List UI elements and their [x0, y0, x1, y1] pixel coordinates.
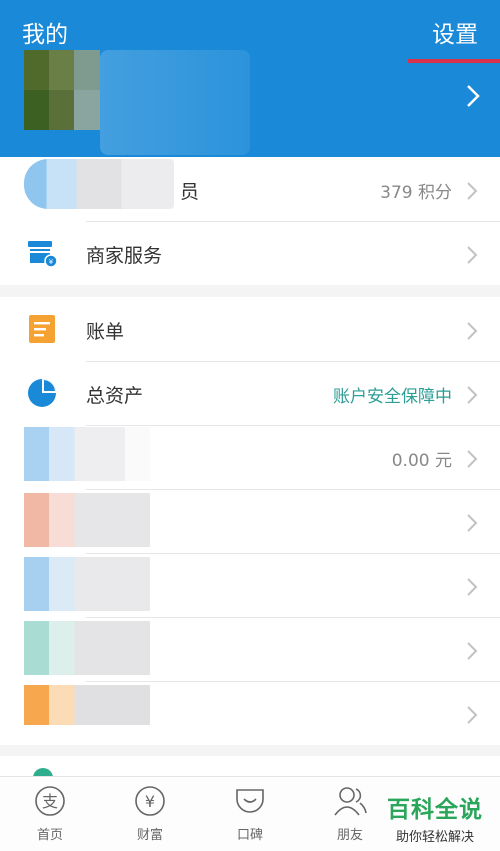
tab-koubei[interactable]: 口碑 [210, 785, 290, 843]
chevron-right-icon [466, 577, 478, 601]
friends-icon [334, 787, 367, 816]
member-row[interactable]: 员 379 积分 [0, 157, 500, 221]
chevron-right-icon [466, 245, 478, 269]
svg-text:¥: ¥ [49, 258, 54, 266]
member-icon-blurred [24, 159, 174, 209]
watermark-subtitle: 助你轻松解决 [395, 830, 474, 845]
svg-text:支: 支 [42, 792, 58, 811]
tab-home[interactable]: 支 首页 [10, 785, 90, 843]
store-icon: ¥ [26, 237, 58, 269]
chevron-right-icon [466, 321, 478, 345]
tab-home-label: 首页 [36, 828, 63, 843]
member-label: 员 [180, 181, 200, 203]
avatar[interactable] [24, 50, 100, 130]
svg-text:¥: ¥ [145, 792, 155, 811]
profile-info-blurred [100, 50, 250, 155]
yen-icon: ¥ [135, 786, 165, 816]
settings-button[interactable]: 设置 [432, 15, 478, 49]
bill-icon [26, 313, 58, 345]
blurred-row[interactable] [0, 489, 500, 553]
balance-row[interactable]: 0.00 元 [0, 425, 500, 489]
chevron-right-icon[interactable] [466, 84, 480, 112]
blurred-row[interactable] [0, 553, 500, 617]
tab-friends-label: 朋友 [336, 828, 363, 843]
tab-friends[interactable]: 朋友 [310, 785, 390, 843]
blurred-icon [24, 685, 150, 725]
settings-highlight-underline [408, 59, 500, 63]
blurred-icon [24, 557, 150, 611]
alipay-icon: 支 [35, 786, 65, 816]
chevron-right-icon [466, 385, 478, 409]
balance-icon-blurred [24, 427, 150, 481]
security-status: 账户安全保障中 [333, 387, 452, 407]
watermark: 百科全说 助你轻松解决 [380, 790, 490, 845]
total-assets-row[interactable]: 总资产 账户安全保障中 [0, 361, 500, 425]
tab-koubei-label: 口碑 [236, 828, 263, 843]
partial-row [0, 756, 500, 778]
chevron-right-icon [466, 181, 478, 205]
blurred-icon [24, 621, 150, 675]
tab-wealth-label: 财富 [136, 828, 163, 843]
blurred-row[interactable] [0, 681, 500, 745]
watermark-title: 百科全说 [387, 797, 483, 823]
chevron-right-icon [466, 641, 478, 665]
member-points: 379 积分 [380, 183, 452, 203]
merchant-services-label: 商家服务 [86, 245, 163, 267]
chevron-right-icon [466, 705, 478, 729]
bill-row[interactable]: 账单 [0, 297, 500, 361]
blurred-icon [24, 493, 150, 547]
profile-header[interactable]: 我的 设置 [0, 0, 500, 157]
tab-wealth[interactable]: ¥ 财富 [110, 785, 190, 843]
pie-chart-icon [26, 377, 58, 409]
merchant-services-row[interactable]: ¥ 商家服务 [0, 221, 500, 285]
member-group: 员 379 积分 ¥ 商家服务 [0, 157, 500, 285]
total-assets-label: 总资产 [86, 385, 144, 407]
blurred-row[interactable] [0, 617, 500, 681]
bill-label: 账单 [86, 321, 125, 343]
koubei-icon [236, 789, 264, 813]
chevron-right-icon [466, 449, 478, 473]
page-title: 我的 [22, 22, 68, 48]
chevron-right-icon [466, 513, 478, 537]
balance-value: 0.00 元 [391, 451, 452, 471]
assets-group: 账单 总资产 账户安全保障中 0.00 元 [0, 297, 500, 745]
